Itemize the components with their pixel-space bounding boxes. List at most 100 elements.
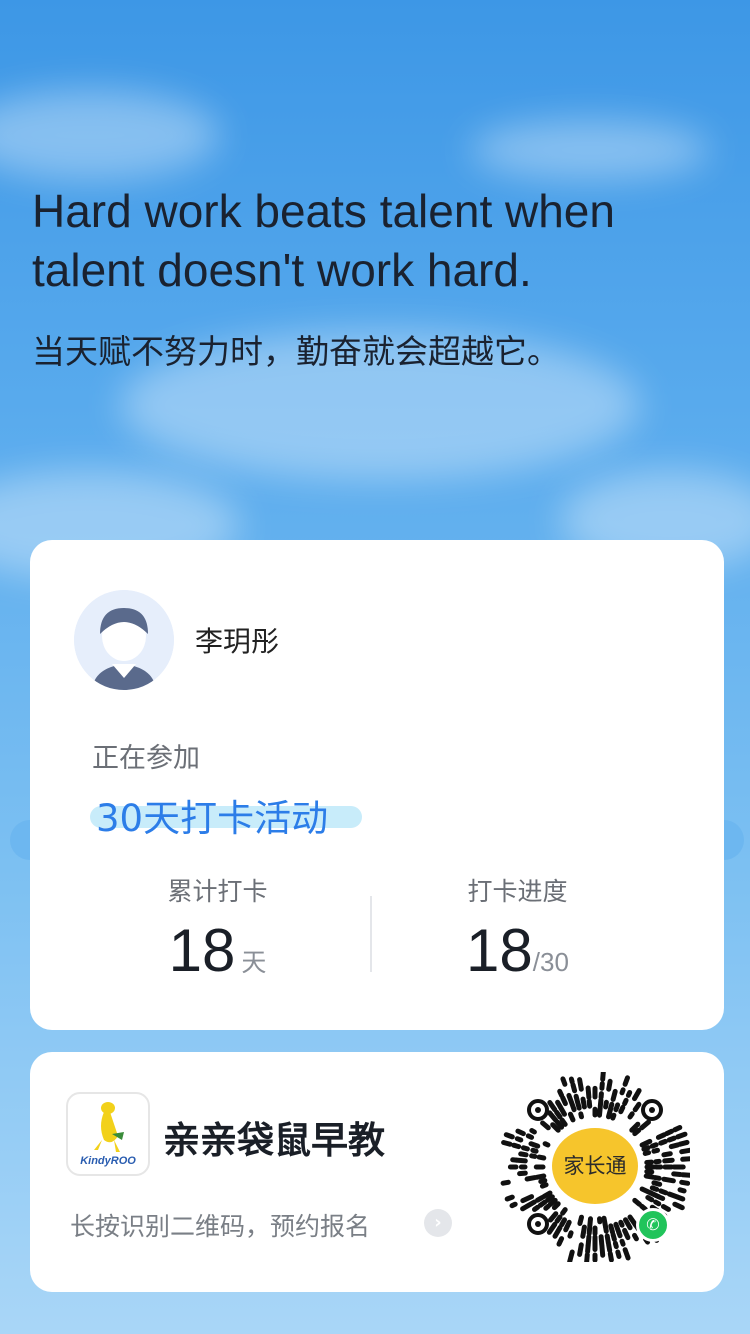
qr-ray — [597, 1105, 603, 1118]
qr-ray — [672, 1201, 685, 1211]
qr-ray — [616, 1230, 623, 1239]
quote-english: Hard work beats talent when talent doesn… — [32, 185, 615, 296]
qr-ray — [567, 1111, 576, 1123]
qr-ray — [548, 1211, 559, 1223]
qr-ray — [539, 1182, 549, 1189]
chevron-right-icon[interactable]: › — [424, 1209, 452, 1237]
qr-ray — [554, 1214, 563, 1224]
qr-ray — [675, 1194, 686, 1202]
stat-cumulative-label: 累计打卡 — [167, 877, 268, 906]
qr-ray — [666, 1135, 677, 1143]
qr-ray — [608, 1101, 615, 1111]
kangaroo-logo-icon: KindyROO — [80, 1102, 136, 1167]
qr-ray — [580, 1096, 587, 1110]
stat-cumulative-value: 18 — [168, 917, 236, 984]
qr-ray — [619, 1087, 626, 1096]
stat-cumulative: 累计打卡 18 天 — [44, 872, 391, 985]
qr-ray — [578, 1111, 584, 1120]
qr-ray — [661, 1151, 673, 1158]
qr-ray — [632, 1197, 642, 1207]
qr-ray — [677, 1139, 690, 1147]
qr-ray — [610, 1088, 618, 1102]
activity-status-label: 正在参加 — [92, 743, 200, 774]
qr-ray — [651, 1180, 663, 1187]
stat-progress-total: /30 — [532, 947, 569, 977]
qr-ray — [515, 1128, 526, 1137]
brand-logo: KindyROO — [66, 1092, 150, 1176]
qr-ray — [599, 1243, 606, 1258]
qr-ray — [563, 1219, 572, 1233]
qr-ray — [514, 1136, 524, 1143]
qr-ray — [587, 1216, 593, 1229]
qr-ray — [604, 1233, 611, 1246]
qr-ray — [603, 1224, 609, 1234]
qr-ray — [529, 1128, 537, 1135]
qr-ray — [645, 1195, 655, 1203]
qr-ray — [557, 1088, 565, 1098]
qr-ray — [623, 1217, 633, 1231]
qr-ray — [517, 1170, 528, 1177]
qr-ray — [503, 1132, 515, 1140]
qr-ray — [552, 1225, 563, 1239]
qr-ray — [618, 1219, 625, 1228]
qr-ray — [560, 1076, 568, 1087]
activity-title-block: 30天打卡活动 — [90, 788, 362, 842]
qr-ray — [613, 1102, 621, 1113]
qr-ray — [655, 1132, 667, 1140]
qr-ray — [622, 1227, 631, 1241]
qr-ray — [524, 1175, 538, 1182]
qr-ray — [538, 1178, 548, 1184]
qr-ray — [632, 1101, 642, 1113]
qr-ray — [577, 1242, 584, 1257]
qr-ray — [671, 1171, 683, 1177]
qr-ray — [559, 1117, 568, 1127]
qr-ray — [625, 1090, 633, 1098]
qr-ray — [610, 1232, 617, 1242]
qr-ray — [606, 1078, 613, 1092]
brand-logo-text: KindyROO — [80, 1155, 136, 1167]
qr-ray — [529, 1153, 538, 1159]
qr-ray — [632, 1127, 642, 1137]
qr-ray — [632, 1088, 642, 1102]
promo-card[interactable]: KindyROO 亲亲袋鼠早教 长按识别二维码，预约报名 › 家长通 ✆ — [30, 1052, 724, 1292]
qr-ray — [622, 1075, 630, 1087]
qr-ray — [555, 1099, 563, 1109]
qr-ray — [509, 1201, 518, 1209]
mini-program-qr-code[interactable]: 家长通 ✆ — [500, 1067, 694, 1267]
stat-cumulative-unit: 天 — [241, 948, 267, 977]
boy-avatar-icon — [74, 590, 174, 690]
qr-ray — [639, 1138, 653, 1148]
qr-ray — [607, 1251, 614, 1263]
qr-ray — [655, 1194, 666, 1201]
qr-ray — [536, 1154, 547, 1161]
user-name: 李玥彤 — [195, 625, 280, 658]
qr-ray — [520, 1204, 530, 1212]
wechat-mini-program-icon: ✆ — [636, 1208, 670, 1242]
qr-ray — [584, 1252, 590, 1267]
qr-ray — [518, 1151, 529, 1158]
avatar[interactable] — [74, 590, 174, 690]
qr-ray — [680, 1172, 693, 1178]
qr-ray — [567, 1230, 574, 1239]
qr-ray — [577, 1214, 584, 1226]
qr-ray — [627, 1111, 635, 1120]
qr-ray — [551, 1201, 561, 1211]
qr-ray — [580, 1224, 587, 1239]
qr-ray — [661, 1176, 676, 1184]
qr-ray — [618, 1104, 626, 1115]
qr-ray — [612, 1240, 619, 1250]
qr-ray — [658, 1188, 669, 1196]
qr-ray — [567, 1249, 575, 1265]
qr-ray — [511, 1142, 522, 1150]
qr-ray — [586, 1225, 593, 1236]
stat-progress: 打卡进度 18/30 — [344, 872, 691, 985]
qr-ray — [619, 1238, 626, 1247]
stat-progress-label: 打卡进度 — [467, 877, 568, 906]
qr-ray — [643, 1173, 656, 1180]
qr-ray — [530, 1147, 539, 1154]
qr-ray — [525, 1133, 535, 1140]
qr-ray — [541, 1190, 553, 1199]
qr-ray — [649, 1142, 659, 1149]
qr-ray — [653, 1199, 662, 1207]
qr-ray — [556, 1236, 565, 1247]
